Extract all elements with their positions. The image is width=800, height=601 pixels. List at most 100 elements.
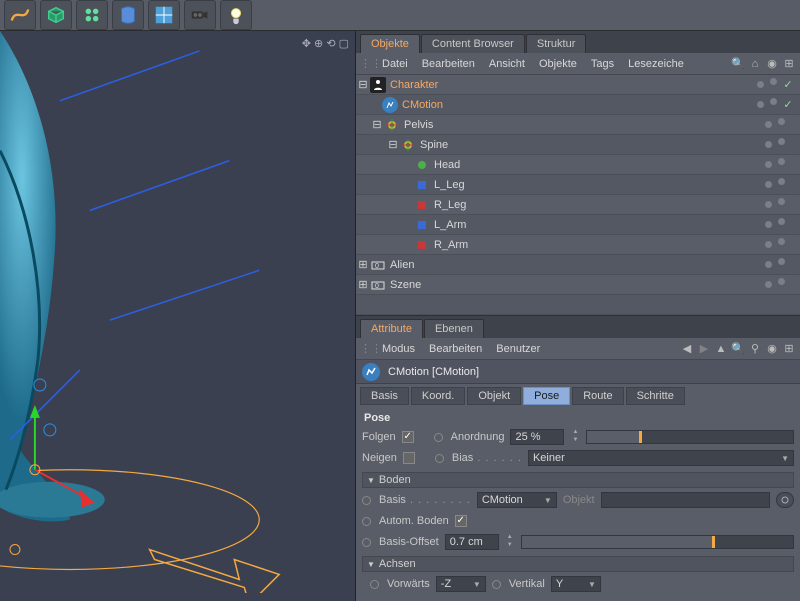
visibility-dot[interactable] [757,81,764,88]
visibility-dot[interactable] [778,158,785,165]
visibility-dot[interactable] [765,121,772,128]
visibility-dot[interactable] [778,178,785,185]
tab-layers[interactable]: Ebenen [424,319,484,338]
node-charakter[interactable]: Charakter [390,79,438,91]
menu-edit[interactable]: Bearbeiten [416,58,481,70]
slider-anordnung[interactable] [586,430,794,444]
enabled-check-icon[interactable]: ✓ [783,78,792,91]
grip-icon[interactable]: ⋮⋮ [360,57,374,71]
subtab-pose[interactable]: Pose [523,387,570,405]
field-objekt[interactable] [601,492,770,508]
visibility-dot[interactable] [765,141,772,148]
anim-toggle[interactable] [435,454,444,463]
visibility-dot[interactable] [765,221,772,228]
tab-structure[interactable]: Struktur [526,34,587,53]
visibility-dot[interactable] [778,118,785,125]
tool-cube-icon[interactable] [40,0,72,30]
node-cmotion[interactable]: CMotion [402,99,443,111]
node-larm[interactable]: L_Arm [434,219,466,231]
anim-toggle[interactable] [362,538,371,547]
menu-user[interactable]: Benutzer [490,343,546,355]
node-head[interactable]: Head [434,159,460,171]
node-szene[interactable]: Szene [390,279,421,291]
menu-file[interactable]: Datei [376,58,414,70]
anim-toggle[interactable] [362,496,371,505]
subtab-schritte[interactable]: Schritte [626,387,685,405]
visibility-dot[interactable] [778,218,785,225]
node-alien[interactable]: Alien [390,259,414,271]
spinner-anordnung[interactable]: ▲▼ [570,429,580,445]
visibility-dot[interactable] [757,101,764,108]
expand-icon[interactable]: ⊞ [782,57,796,71]
nav-back-icon[interactable]: ◀ [680,342,694,356]
tab-attribute[interactable]: Attribute [360,319,423,338]
menu-edit[interactable]: Bearbeiten [423,343,488,355]
dropdown-bias[interactable]: Keiner▼ [528,450,794,466]
menu-mode[interactable]: Modus [376,343,421,355]
expander-icon[interactable]: ⊟ [388,140,398,150]
anim-toggle[interactable] [434,433,443,442]
eye-icon[interactable]: ◉ [765,57,779,71]
dropdown-vertikal[interactable]: Y▼ [551,576,601,592]
menu-objects[interactable]: Objekte [533,58,583,70]
group-achsen[interactable]: ▼Achsen [362,556,794,572]
dropdown-vorwarts[interactable]: -Z▼ [436,576,486,592]
subtab-basis[interactable]: Basis [360,387,409,405]
checkbox-neigen[interactable] [403,452,415,464]
expander-icon[interactable]: ⊞ [358,280,368,290]
tool-camera-icon[interactable] [184,0,216,30]
expander-icon[interactable]: ⊟ [358,80,368,90]
tool-light-icon[interactable] [220,0,252,30]
tool-deformer-icon[interactable] [112,0,144,30]
node-rarm[interactable]: R_Arm [434,239,468,251]
tool-spline-icon[interactable] [4,0,36,30]
subtab-route[interactable]: Route [572,387,623,405]
dropdown-basis[interactable]: CMotion▼ [477,492,557,508]
expander-icon[interactable]: ⊟ [372,120,382,130]
visibility-dot[interactable] [765,281,772,288]
visibility-dot[interactable] [765,241,772,248]
grip-icon[interactable]: ⋮⋮ [360,342,374,356]
tab-content-browser[interactable]: Content Browser [421,34,525,53]
visibility-dot[interactable] [778,198,785,205]
expand-icon[interactable]: ⊞ [782,342,796,356]
menu-tags[interactable]: Tags [585,58,620,70]
tool-array-icon[interactable] [76,0,108,30]
visibility-dot[interactable] [765,181,772,188]
search-icon[interactable]: 🔍 [731,57,745,71]
home-icon[interactable]: ⌂ [748,57,762,71]
search-icon[interactable]: 🔍 [731,342,745,356]
spinner-basis-offset[interactable]: ▲▼ [505,534,515,550]
menu-bookmarks[interactable]: Lesezeiche [622,58,690,70]
node-lleg[interactable]: L_Leg [434,179,465,191]
checkbox-autom-boden[interactable] [455,515,467,527]
new-icon[interactable]: ◉ [765,342,779,356]
menu-view[interactable]: Ansicht [483,58,531,70]
anim-toggle[interactable] [370,580,379,589]
node-spine[interactable]: Spine [420,139,448,151]
visibility-dot[interactable] [765,201,772,208]
anim-toggle[interactable] [362,517,371,526]
visibility-dot[interactable] [770,98,777,105]
visibility-dot[interactable] [770,78,777,85]
visibility-dot[interactable] [765,261,772,268]
nav-up-icon[interactable]: ▲ [714,342,728,356]
visibility-dot[interactable] [765,161,772,168]
visibility-dot[interactable] [778,138,785,145]
slider-basis-offset[interactable] [521,535,794,549]
node-pelvis[interactable]: Pelvis [404,119,433,131]
visibility-dot[interactable] [778,238,785,245]
expander-icon[interactable]: ⊞ [358,260,368,270]
viewport-3d[interactable]: ✥ ⊕ ⟲ ▢ [0,31,356,601]
visibility-dot[interactable] [778,278,785,285]
visibility-dot[interactable] [778,258,785,265]
subtab-koord[interactable]: Koord. [411,387,465,405]
anim-toggle[interactable] [492,580,501,589]
node-rleg[interactable]: R_Leg [434,199,466,211]
nav-fwd-icon[interactable]: ▶ [697,342,711,356]
group-boden[interactable]: ▼Boden [362,472,794,488]
field-anordnung[interactable]: 25 % [510,429,564,445]
subtab-objekt[interactable]: Objekt [467,387,521,405]
pick-object-icon[interactable] [776,492,794,508]
field-basis-offset[interactable]: 0.7 cm [445,534,499,550]
